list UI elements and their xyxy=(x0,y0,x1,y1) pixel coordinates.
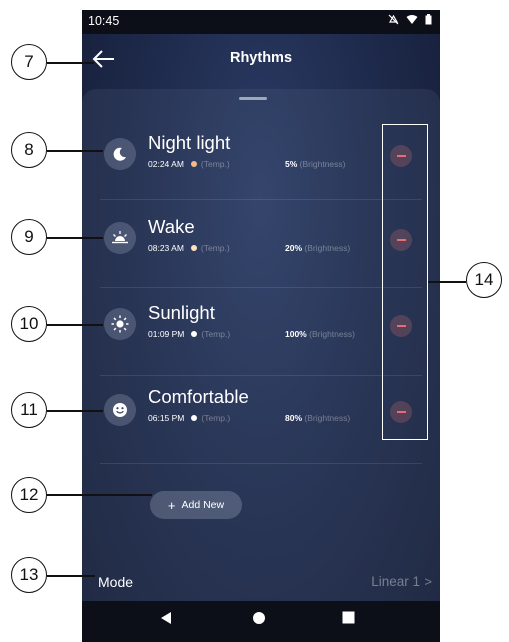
rhythm-time: 02:24 AM xyxy=(148,159,184,169)
sunrise-icon xyxy=(104,222,136,254)
mode-label: Mode xyxy=(98,574,134,590)
nav-home-icon[interactable] xyxy=(252,611,266,625)
callout-leader xyxy=(47,150,103,152)
wifi-icon xyxy=(406,15,418,24)
temp-dot xyxy=(190,161,197,167)
brightness-label: (Brightness) xyxy=(309,329,355,339)
battery-icon xyxy=(425,14,432,25)
remove-buttons-bracket xyxy=(382,124,428,440)
nav-recents-icon[interactable] xyxy=(342,611,355,624)
temp-label: (Temp.) xyxy=(200,243,230,253)
plus-icon: + xyxy=(167,497,176,513)
status-bar: 10:45 xyxy=(82,10,440,34)
rhythm-time: 01:09 PM xyxy=(148,329,185,339)
add-new-button[interactable]: + Add New xyxy=(150,491,242,519)
rhythm-time: 06:15 PM xyxy=(148,413,185,423)
brightness-label: (Brightness) xyxy=(304,243,351,253)
mute-icon xyxy=(388,14,399,25)
moon-icon xyxy=(104,138,136,170)
callout-leader xyxy=(428,281,466,283)
callout-14: 14 xyxy=(466,262,502,298)
callout-leader xyxy=(47,410,103,412)
temp-dot xyxy=(191,415,198,421)
callout-7: 7 xyxy=(11,44,47,80)
system-nav-bar xyxy=(82,601,440,642)
callout-11: 11 xyxy=(11,392,47,428)
smiley-icon xyxy=(104,394,136,426)
rhythm-name: Sunlight xyxy=(148,302,215,323)
rhythm-name: Comfortable xyxy=(148,386,249,407)
status-time: 10:45 xyxy=(88,14,120,28)
app-bar: Rhythms xyxy=(82,34,440,86)
callout-8: 8 xyxy=(11,132,47,168)
temp-dot xyxy=(191,331,198,337)
callout-12: 12 xyxy=(11,477,47,513)
add-new-label: Add New xyxy=(181,499,225,511)
temp-dot xyxy=(190,245,197,251)
callout-9: 9 xyxy=(11,219,47,255)
brightness-group: 20% (Brightness) xyxy=(285,243,350,253)
rhythm-meta: 01:09 PM (Temp.) 100% (Brightness) xyxy=(148,329,355,339)
row-divider xyxy=(100,463,422,464)
brightness-group: 5% (Brightness) xyxy=(285,159,346,169)
callout-13: 13 xyxy=(11,557,47,593)
brightness-value: 20% xyxy=(285,243,303,253)
rhythm-time: 08:23 AM xyxy=(148,243,184,253)
mode-row[interactable]: Mode Linear 1 > xyxy=(82,566,440,598)
mode-value: Linear 1 xyxy=(371,574,420,589)
sheet-drag-handle[interactable] xyxy=(239,97,267,100)
rhythm-meta: 08:23 AM (Temp.) 20% (Brightness) xyxy=(148,243,350,253)
callout-leader xyxy=(47,324,103,326)
temp-label: (Temp.) xyxy=(201,413,231,423)
chevron-right-icon: > xyxy=(424,574,432,589)
brightness-value: 5% xyxy=(285,159,298,169)
brightness-value: 80% xyxy=(285,413,303,423)
callout-leader xyxy=(47,237,103,239)
callout-leader xyxy=(47,575,95,577)
temp-label: (Temp.) xyxy=(201,329,231,339)
sun-icon xyxy=(104,308,136,340)
callout-leader xyxy=(47,62,94,64)
rhythm-name: Night light xyxy=(148,132,231,153)
nav-back-icon[interactable] xyxy=(160,611,172,625)
temp-label: (Temp.) xyxy=(200,159,230,169)
rhythm-meta: 02:24 AM (Temp.) 5% (Brightness) xyxy=(148,159,346,169)
brightness-label: (Brightness) xyxy=(304,413,351,423)
status-icons xyxy=(388,14,432,28)
page-title: Rhythms xyxy=(229,50,293,66)
callout-10: 10 xyxy=(11,306,47,342)
brightness-value: 100% xyxy=(285,329,307,339)
brightness-group: 100% (Brightness) xyxy=(285,329,355,339)
brightness-group: 80% (Brightness) xyxy=(285,413,350,423)
callout-leader xyxy=(47,494,152,496)
rhythm-meta: 06:15 PM (Temp.) 80% (Brightness) xyxy=(148,413,350,423)
brightness-label: (Brightness) xyxy=(299,159,346,169)
rhythm-name: Wake xyxy=(148,216,195,237)
